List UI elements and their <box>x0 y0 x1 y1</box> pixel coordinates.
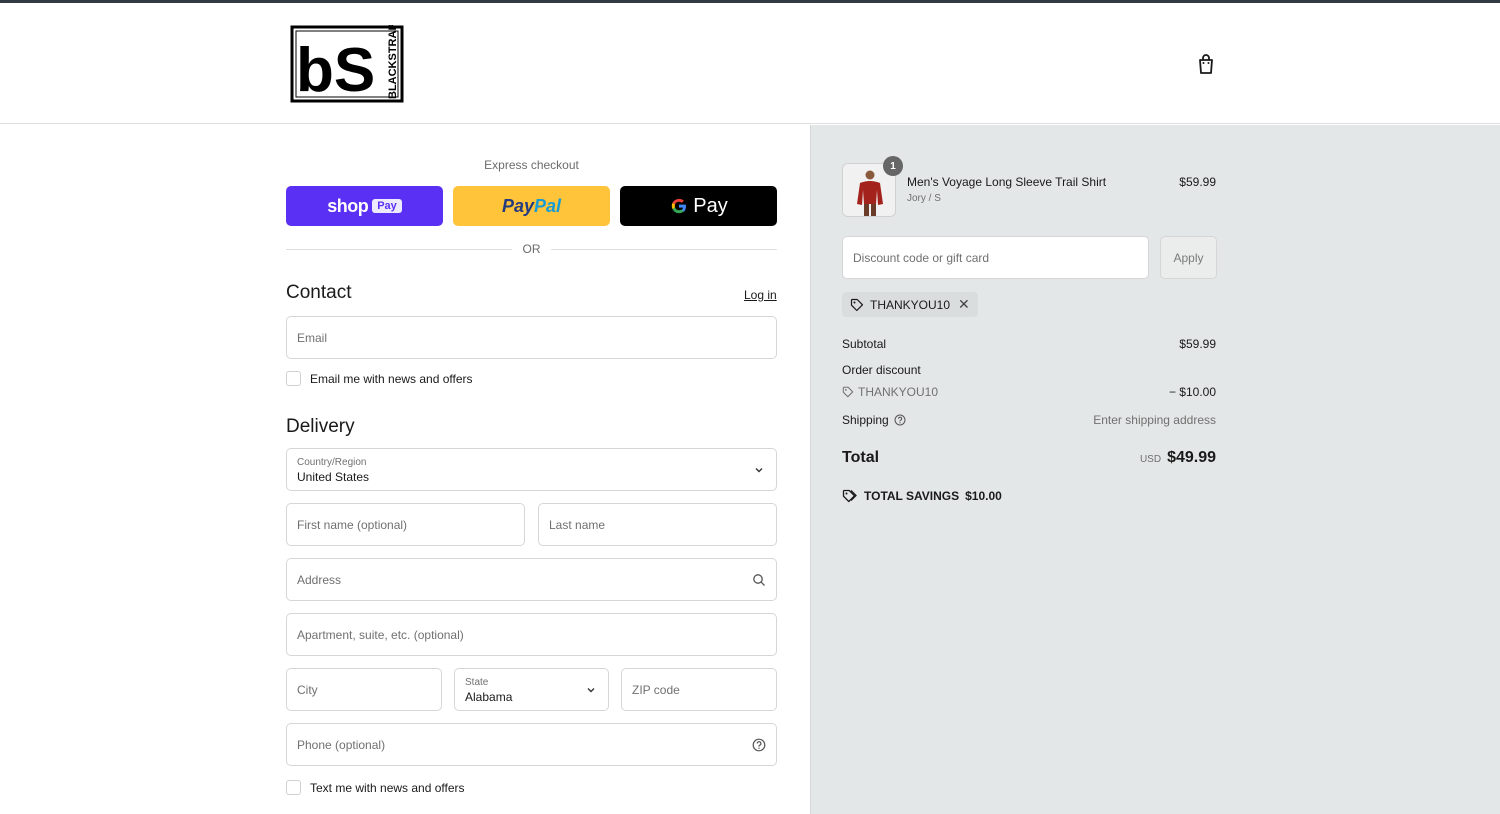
order-discount-label: Order discount <box>842 363 921 377</box>
subtotal-label: Subtotal <box>842 337 887 351</box>
apply-discount-button[interactable]: Apply <box>1160 236 1217 279</box>
product-price: $59.99 <box>1179 175 1216 189</box>
subtotal-value: $59.99 <box>1179 337 1216 351</box>
order-discount-value: − $10.00 <box>1168 385 1216 399</box>
express-checkout-title: Express checkout <box>484 158 579 172</box>
zip-placeholder: ZIP code <box>632 682 680 697</box>
text-news-checkbox-row[interactable]: Text me with news and offers <box>286 780 465 795</box>
shopping-bag-icon[interactable] <box>1194 52 1218 76</box>
text-news-label: Text me with news and offers <box>310 780 465 795</box>
shipping-row: Shipping <box>842 413 906 427</box>
shipping-value: Enter shipping address <box>1093 413 1216 427</box>
chevron-down-icon <box>587 687 595 692</box>
quantity-badge: 1 <box>883 156 903 176</box>
paypal-word-part2: Pal <box>534 195 562 216</box>
login-link[interactable]: Log in <box>744 288 777 302</box>
last-name-placeholder: Last name <box>549 517 606 532</box>
apartment-placeholder: Apartment, suite, etc. (optional) <box>297 627 464 642</box>
country-label: Country/Region <box>297 457 367 468</box>
total-value: $49.99 <box>1167 449 1216 466</box>
address-placeholder: Address <box>297 572 342 587</box>
tag-icon <box>850 298 864 311</box>
shop-pay-word: shop <box>327 195 369 216</box>
paypal-word-part1: Pay <box>501 195 534 216</box>
country-select[interactable]: Country/Region United States <box>286 448 777 491</box>
tags-icon <box>842 489 857 503</box>
email-field[interactable]: Email <box>286 316 777 359</box>
google-pay-word: Pay <box>693 194 728 217</box>
email-news-checkbox-row[interactable]: Email me with news and offers <box>286 371 473 386</box>
google-pay-button[interactable]: Pay <box>620 186 777 226</box>
product-name: Men's Voyage Long Sleeve Trail Shirt <box>907 175 1107 189</box>
state-select[interactable]: State Alabama <box>454 668 609 711</box>
divider-line-right <box>551 249 777 250</box>
shop-pay-pill: Pay <box>372 199 402 213</box>
total-savings-row: TOTAL SAVINGS $10.00 <box>842 489 1008 503</box>
total-value-row: USD $49.99 <box>1140 449 1216 467</box>
zip-field[interactable]: ZIP code <box>621 668 777 711</box>
city-placeholder: City <box>297 682 318 697</box>
contact-title: Contact <box>286 282 352 303</box>
google-g-icon <box>672 198 687 214</box>
product-variant: Jory / S <box>907 193 941 204</box>
help-icon[interactable] <box>752 738 766 752</box>
state-value: Alabama <box>465 690 513 704</box>
page-header: bS BLACKSTRAP <box>0 3 1500 124</box>
phone-placeholder: Phone (optional) <box>297 737 386 752</box>
email-news-checkbox[interactable] <box>286 371 301 386</box>
applied-discount-code: THANKYOU10 <box>870 297 951 312</box>
total-savings-value: $10.00 <box>965 489 1002 503</box>
paypal-button[interactable]: Pay Pal <box>453 186 610 226</box>
shop-pay-button[interactable]: shop Pay <box>286 186 443 226</box>
shipping-label: Shipping <box>842 413 889 427</box>
country-value: United States <box>297 470 370 484</box>
discount-code-input[interactable]: Discount code or gift card <box>842 236 1149 279</box>
city-field[interactable]: City <box>286 668 442 711</box>
discount-code-placeholder: Discount code or gift card <box>853 250 990 265</box>
search-icon <box>753 573 765 586</box>
order-summary-panel <box>810 125 1500 814</box>
state-label: State <box>465 677 489 688</box>
blackstrap-logo[interactable]: bS BLACKSTRAP <box>290 25 412 105</box>
last-name-field[interactable]: Last name <box>538 503 777 546</box>
order-discount-code-row: THANKYOU10 <box>842 385 938 399</box>
total-label: Total <box>842 449 880 466</box>
help-icon[interactable] <box>894 414 906 426</box>
total-savings-label: TOTAL SAVINGS <box>864 489 960 503</box>
tag-icon <box>842 386 854 398</box>
email-news-label: Email me with news and offers <box>310 371 473 386</box>
remove-discount-icon[interactable]: ✕ <box>958 296 970 313</box>
text-news-checkbox[interactable] <box>286 780 301 795</box>
first-name-field[interactable]: First name (optional) <box>286 503 525 546</box>
phone-field[interactable]: Phone (optional) <box>286 723 777 766</box>
or-divider: OR <box>286 242 777 256</box>
logo-letters: bS <box>296 36 375 105</box>
order-discount-code: THANKYOU10 <box>858 385 939 399</box>
logo-brand: BLACKSTRAP <box>387 25 399 99</box>
email-placeholder: Email <box>297 330 328 345</box>
delivery-title: Delivery <box>286 416 355 437</box>
first-name-placeholder: First name (optional) <box>297 517 408 532</box>
total-currency: USD <box>1139 454 1162 465</box>
apartment-field[interactable]: Apartment, suite, etc. (optional) <box>286 613 777 656</box>
applied-discount-chip: THANKYOU10 ✕ <box>842 292 978 317</box>
address-field[interactable]: Address <box>286 558 777 601</box>
chevron-down-icon <box>755 467 763 472</box>
